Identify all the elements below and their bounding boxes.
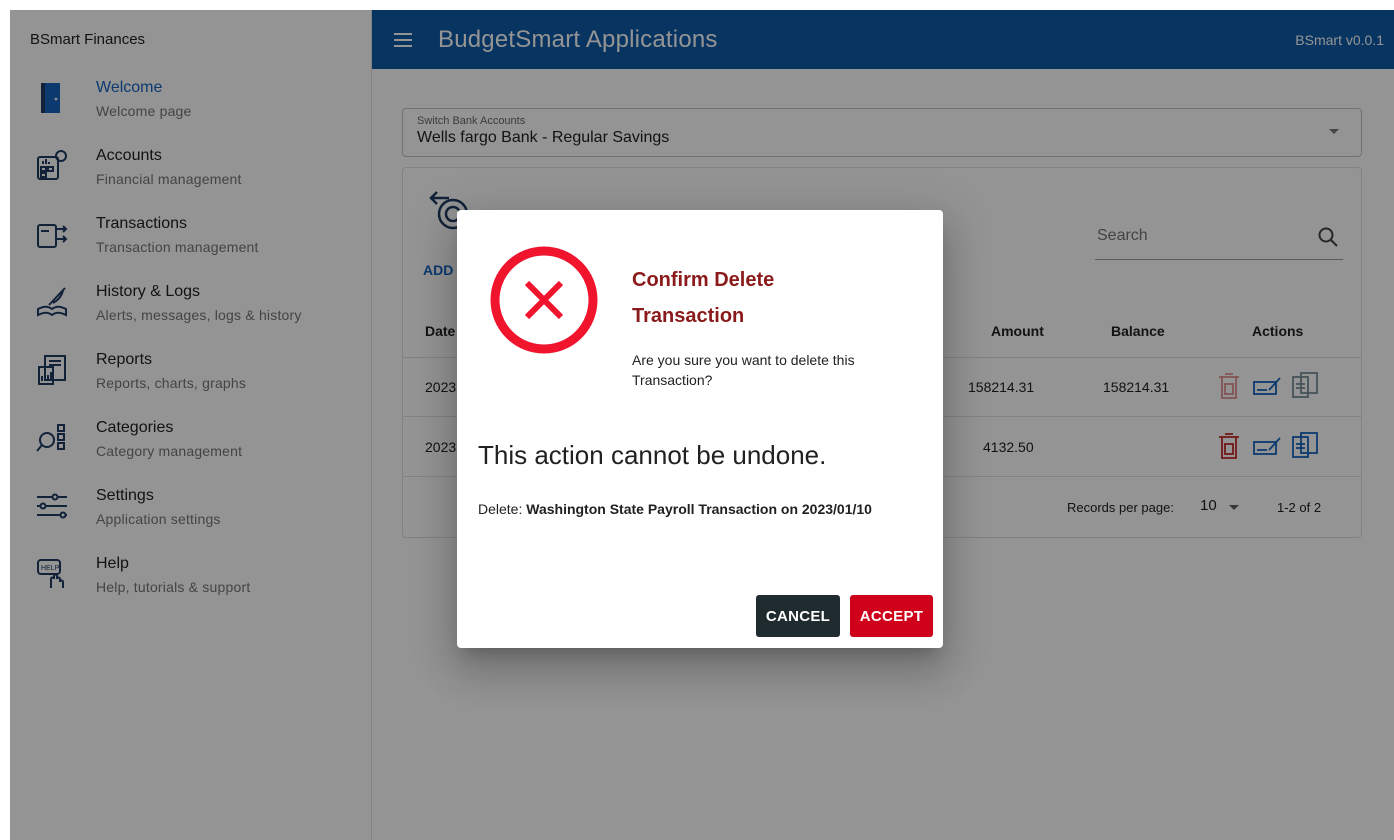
detail-prefix: Delete: xyxy=(478,501,527,517)
dialog-detail: Delete: Washington State Payroll Transac… xyxy=(478,498,898,520)
confirm-delete-dialog: Confirm Delete Transaction Are you sure … xyxy=(457,210,943,648)
dialog-question: Are you sure you want to delete this Tra… xyxy=(632,352,855,388)
dialog-warning: This action cannot be undone. xyxy=(478,440,827,470)
cancel-button[interactable]: CANCEL xyxy=(756,595,840,637)
error-circle-icon xyxy=(488,244,600,356)
accept-button[interactable]: ACCEPT xyxy=(850,595,933,637)
detail-transaction: Washington State Payroll Transaction on … xyxy=(526,501,872,517)
dialog-title: Confirm Delete Transaction xyxy=(632,269,775,327)
